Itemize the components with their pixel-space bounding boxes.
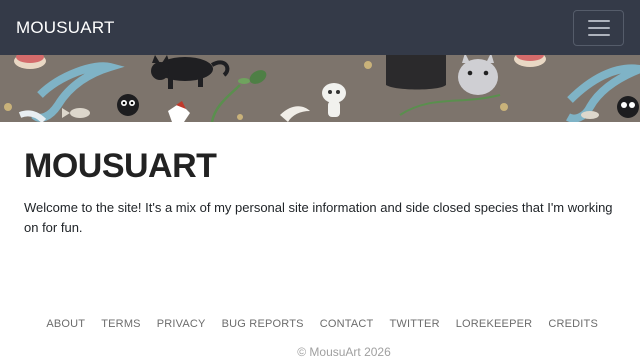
brand-link[interactable]: MOUSUART <box>16 18 115 38</box>
totoro-icon <box>458 55 498 95</box>
footer-link-terms[interactable]: TERMS <box>101 318 141 330</box>
footer-link-credits[interactable]: CREDITS <box>548 318 598 330</box>
footer-link-privacy[interactable]: PRIVACY <box>157 318 206 330</box>
main-content: MOUSUART Welcome to the site! It's a mix… <box>24 146 620 238</box>
footer-link-contact[interactable]: CONTACT <box>320 318 374 330</box>
footer-link-lorekeeper[interactable]: LOREKEEPER <box>456 318 533 330</box>
top-navbar: MOUSUART <box>0 0 640 55</box>
footer-link-bug-reports[interactable]: BUG REPORTS <box>222 318 304 330</box>
hamburger-menu-icon-bar-3 <box>587 33 610 36</box>
header-banner-image <box>0 55 640 122</box>
footer-links: ABOUT TERMS PRIVACY BUG REPORTS CONTACT … <box>0 318 640 330</box>
footer-link-about[interactable]: ABOUT <box>46 318 85 330</box>
navbar-toggle-button[interactable] <box>573 9 624 46</box>
footer-link-twitter[interactable]: TWITTER <box>389 318 439 330</box>
hamburger-menu-icon-bar-2 <box>587 26 610 29</box>
soot-sprite-icon <box>117 94 139 116</box>
page-title: MOUSUART <box>24 147 217 185</box>
banner-illustration <box>0 55 640 122</box>
welcome-text: Welcome to the site! It's a mix of my pe… <box>24 200 613 235</box>
hamburger-menu-icon <box>587 19 610 22</box>
copyright-text: © MousuArt 2026 <box>297 345 391 359</box>
